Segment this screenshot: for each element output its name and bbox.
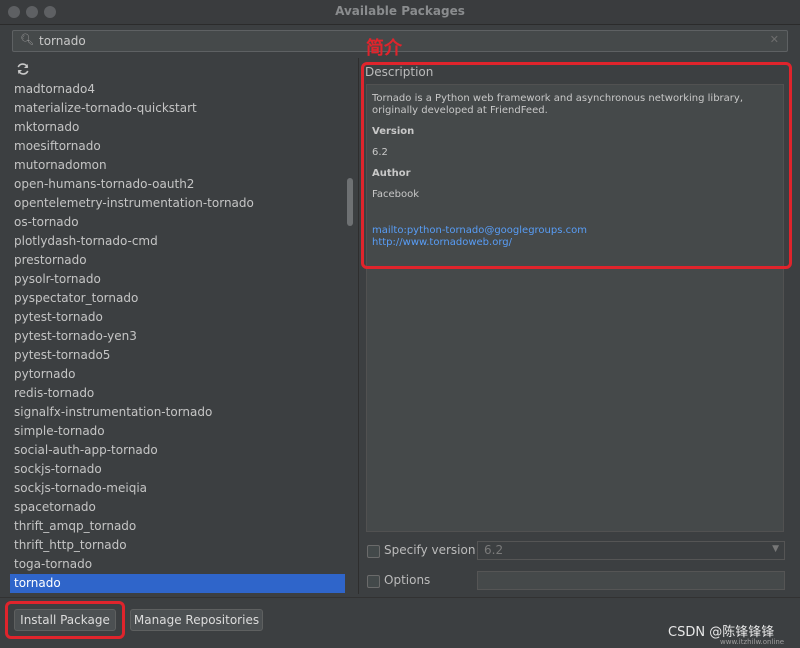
clear-icon[interactable]: ✕	[770, 33, 779, 46]
search-icon: 🔍︎	[20, 33, 34, 46]
package-list-item[interactable]: open-humans-tornado-oauth2	[10, 175, 345, 194]
author-value: Facebook	[372, 189, 419, 200]
package-list-item[interactable]: materialize-tornado-quickstart	[10, 99, 345, 118]
package-list-item[interactable]: mktornado	[10, 118, 345, 137]
version-value: 6.2	[372, 147, 388, 158]
package-list: madtornado4 materialize-tornado-quickstar…	[10, 80, 345, 594]
description-label: Description	[365, 65, 434, 79]
package-list-item[interactable]: thrift_http_tornado	[10, 536, 345, 555]
package-list-item[interactable]: simple-tornado	[10, 422, 345, 441]
package-list-item[interactable]: opentelemetry-instrumentation-tornado	[10, 194, 345, 213]
package-list-item[interactable]: madtornado4	[10, 80, 345, 99]
package-list-item[interactable]: sockjs-tornado	[10, 460, 345, 479]
package-list-item[interactable]: pytest-tornado-yen3	[10, 327, 345, 346]
watermark-url: www.itzhilw.online	[720, 638, 785, 646]
annotation-label: 简介	[366, 38, 402, 59]
package-list-toolbar	[10, 58, 345, 81]
package-list-item[interactable]: pyspectator_tornado	[10, 289, 345, 308]
package-list-item[interactable]: pysolr-tornado	[10, 270, 345, 289]
package-list-item[interactable]: signalfx-instrumentation-tornado	[10, 403, 345, 422]
specify-version-label: Specify version	[384, 543, 476, 557]
homepage-link[interactable]: http://www.tornadoweb.org/	[372, 237, 778, 249]
email-link[interactable]: mailto:python-tornado@googlegroups.com	[372, 225, 778, 237]
version-select[interactable]: 6.2 ▼	[477, 541, 785, 560]
package-list-item[interactable]: os-tornado	[10, 213, 345, 232]
package-list-item[interactable]: pytest-tornado5	[10, 346, 345, 365]
package-list-item[interactable]: social-auth-app-tornado	[10, 441, 345, 460]
package-list-item[interactable]: moesiftornado	[10, 137, 345, 156]
options-input[interactable]	[477, 571, 785, 590]
chevron-down-icon: ▼	[772, 544, 779, 554]
package-list-item[interactable]: toga-tornado	[10, 555, 345, 574]
options-label: Options	[384, 573, 431, 587]
package-list-item[interactable]: thrift_amqp_tornado	[10, 517, 345, 536]
package-list-scroll-thumb[interactable]	[347, 178, 353, 226]
refresh-icon[interactable]	[16, 61, 30, 80]
title-bar: Available Packages	[0, 0, 800, 25]
package-list-item[interactable]: redis-tornado	[10, 384, 345, 403]
package-list-item[interactable]: sockjs-tornado-meiqia	[10, 479, 345, 498]
specify-version-checkbox[interactable]	[367, 545, 380, 558]
manage-repositories-button[interactable]: Manage Repositories	[130, 609, 263, 631]
options-checkbox[interactable]	[367, 575, 380, 588]
install-package-button[interactable]: Install Package	[14, 609, 116, 631]
package-list-item[interactable]: spacetornado	[10, 498, 345, 517]
panel-splitter[interactable]	[358, 58, 359, 594]
package-list-item[interactable]: mutornadomon	[10, 156, 345, 175]
package-list-item[interactable]: pytornado	[10, 365, 345, 384]
package-list-item[interactable]: prestornado	[10, 251, 345, 270]
version-select-value: 6.2	[484, 543, 504, 557]
version-heading: Version	[372, 126, 415, 137]
package-list-item[interactable]: pytest-tornado	[10, 308, 345, 327]
description-summary: Tornado is a Python web framework and as…	[372, 93, 743, 116]
package-list-item[interactable]: tornado	[10, 574, 345, 593]
package-list-item[interactable]: plotlydash-tornado-cmd	[10, 232, 345, 251]
author-heading: Author	[372, 168, 411, 179]
description-panel: Tornado is a Python web framework and as…	[366, 84, 784, 532]
package-list-scrollbar[interactable]	[345, 58, 355, 594]
window-title: Available Packages	[335, 4, 465, 18]
